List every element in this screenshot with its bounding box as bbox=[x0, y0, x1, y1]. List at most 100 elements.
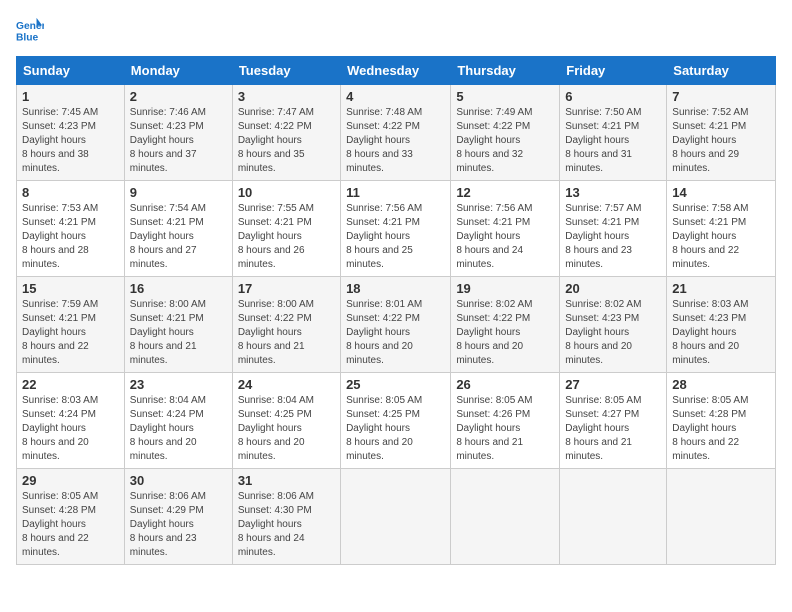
calendar-cell: 25 Sunrise: 8:05 AMSunset: 4:25 PMDayligh… bbox=[341, 373, 451, 469]
day-number: 3 bbox=[238, 89, 335, 104]
calendar-cell: 29Sunrise: 8:05 AMSunset: 4:28 PMDayligh… bbox=[17, 469, 125, 565]
cell-sun-info: Sunrise: 8:00 AMSunset: 4:21 PMDaylight … bbox=[130, 298, 227, 368]
cell-sun-info: Sunrise: 7:49 AMSunset: 4:22 PMDaylight … bbox=[456, 106, 554, 176]
calendar-cell: 26 Sunrise: 8:05 AMSunset: 4:26 PMDayligh… bbox=[451, 373, 560, 469]
calendar-cell: 31 Sunrise: 8:06 AMSunset: 4:30 PMDayligh… bbox=[232, 469, 340, 565]
calendar-cell bbox=[667, 469, 776, 565]
day-number: 27 bbox=[565, 377, 661, 392]
day-number: 5 bbox=[456, 89, 554, 104]
calendar-cell: 1 Sunrise: 7:45 AMSunset: 4:23 PMDaylight… bbox=[17, 85, 125, 181]
weekday-header-friday: Friday bbox=[560, 57, 667, 85]
cell-sun-info: Sunrise: 8:03 AMSunset: 4:23 PMDaylight … bbox=[672, 298, 770, 368]
day-number: 23 bbox=[130, 377, 227, 392]
weekday-header-wednesday: Wednesday bbox=[341, 57, 451, 85]
calendar-cell: 2Sunrise: 7:46 AMSunset: 4:23 PMDaylight… bbox=[124, 85, 232, 181]
calendar-cell: 22 Sunrise: 8:03 AMSunset: 4:24 PMDayligh… bbox=[17, 373, 125, 469]
calendar-cell: 13 Sunrise: 7:57 AMSunset: 4:21 PMDayligh… bbox=[560, 181, 667, 277]
calendar-cell: 18 Sunrise: 8:01 AMSunset: 4:22 PMDayligh… bbox=[341, 277, 451, 373]
day-number: 31 bbox=[238, 473, 335, 488]
calendar-cell: 19Sunrise: 8:02 AMSunset: 4:22 PMDayligh… bbox=[451, 277, 560, 373]
cell-sun-info: Sunrise: 7:59 AMSunset: 4:21 PMDaylight … bbox=[22, 298, 119, 368]
weekday-header-tuesday: Tuesday bbox=[232, 57, 340, 85]
calendar-cell: 6 Sunrise: 7:50 AMSunset: 4:21 PMDaylight… bbox=[560, 85, 667, 181]
calendar-cell: 9Sunrise: 7:54 AMSunset: 4:21 PMDaylight… bbox=[124, 181, 232, 277]
calendar-table: SundayMondayTuesdayWednesdayThursdayFrid… bbox=[16, 56, 776, 565]
logo: General Blue bbox=[16, 16, 48, 44]
day-number: 18 bbox=[346, 281, 445, 296]
calendar-cell: 16 Sunrise: 8:00 AMSunset: 4:21 PMDayligh… bbox=[124, 277, 232, 373]
weekday-header-thursday: Thursday bbox=[451, 57, 560, 85]
day-number: 12 bbox=[456, 185, 554, 200]
cell-sun-info: Sunrise: 7:50 AMSunset: 4:21 PMDaylight … bbox=[565, 106, 661, 176]
calendar-cell: 21Sunrise: 8:03 AMSunset: 4:23 PMDayligh… bbox=[667, 277, 776, 373]
calendar-week-1: 1 Sunrise: 7:45 AMSunset: 4:23 PMDaylight… bbox=[17, 85, 776, 181]
cell-sun-info: Sunrise: 8:05 AMSunset: 4:26 PMDaylight … bbox=[456, 394, 554, 464]
calendar-cell: 14 Sunrise: 7:58 AMSunset: 4:21 PMDayligh… bbox=[667, 181, 776, 277]
calendar-cell: 12 Sunrise: 7:56 AMSunset: 4:21 PMDayligh… bbox=[451, 181, 560, 277]
calendar-cell: 17 Sunrise: 8:00 AMSunset: 4:22 PMDayligh… bbox=[232, 277, 340, 373]
cell-sun-info: Sunrise: 7:52 AMSunset: 4:21 PMDaylight … bbox=[672, 106, 770, 176]
calendar-cell: 24 Sunrise: 8:04 AMSunset: 4:25 PMDayligh… bbox=[232, 373, 340, 469]
day-number: 6 bbox=[565, 89, 661, 104]
calendar-cell: 23Sunrise: 8:04 AMSunset: 4:24 PMDayligh… bbox=[124, 373, 232, 469]
calendar-cell: 10 Sunrise: 7:55 AMSunset: 4:21 PMDayligh… bbox=[232, 181, 340, 277]
cell-sun-info: Sunrise: 8:05 AMSunset: 4:28 PMDaylight … bbox=[672, 394, 770, 464]
cell-sun-info: Sunrise: 7:53 AMSunset: 4:21 PMDaylight … bbox=[22, 202, 119, 272]
cell-sun-info: Sunrise: 8:06 AMSunset: 4:29 PMDaylight … bbox=[130, 490, 227, 560]
calendar-cell bbox=[451, 469, 560, 565]
cell-sun-info: Sunrise: 7:57 AMSunset: 4:21 PMDaylight … bbox=[565, 202, 661, 272]
day-number: 25 bbox=[346, 377, 445, 392]
cell-sun-info: Sunrise: 8:05 AMSunset: 4:28 PMDaylight … bbox=[22, 490, 119, 560]
calendar-cell: 20Sunrise: 8:02 AMSunset: 4:23 PMDayligh… bbox=[560, 277, 667, 373]
cell-sun-info: Sunrise: 7:55 AMSunset: 4:21 PMDaylight … bbox=[238, 202, 335, 272]
cell-sun-info: Sunrise: 7:56 AMSunset: 4:21 PMDaylight … bbox=[456, 202, 554, 272]
calendar-cell: 5 Sunrise: 7:49 AMSunset: 4:22 PMDaylight… bbox=[451, 85, 560, 181]
calendar-cell: 7 Sunrise: 7:52 AMSunset: 4:21 PMDaylight… bbox=[667, 85, 776, 181]
cell-sun-info: Sunrise: 8:00 AMSunset: 4:22 PMDaylight … bbox=[238, 298, 335, 368]
cell-sun-info: Sunrise: 7:48 AMSunset: 4:22 PMDaylight … bbox=[346, 106, 445, 176]
day-number: 2 bbox=[130, 89, 227, 104]
cell-sun-info: Sunrise: 8:02 AMSunset: 4:23 PMDaylight … bbox=[565, 298, 661, 368]
calendar-cell bbox=[341, 469, 451, 565]
cell-sun-info: Sunrise: 8:06 AMSunset: 4:30 PMDaylight … bbox=[238, 490, 335, 560]
day-number: 26 bbox=[456, 377, 554, 392]
calendar-cell: 4 Sunrise: 7:48 AMSunset: 4:22 PMDaylight… bbox=[341, 85, 451, 181]
weekday-header-monday: Monday bbox=[124, 57, 232, 85]
cell-sun-info: Sunrise: 7:45 AMSunset: 4:23 PMDaylight … bbox=[22, 106, 119, 176]
cell-sun-info: Sunrise: 8:02 AMSunset: 4:22 PMDaylight … bbox=[456, 298, 554, 368]
weekday-header-saturday: Saturday bbox=[667, 57, 776, 85]
day-number: 17 bbox=[238, 281, 335, 296]
weekday-header-sunday: Sunday bbox=[17, 57, 125, 85]
calendar-week-4: 22 Sunrise: 8:03 AMSunset: 4:24 PMDayligh… bbox=[17, 373, 776, 469]
cell-sun-info: Sunrise: 8:05 AMSunset: 4:25 PMDaylight … bbox=[346, 394, 445, 464]
cell-sun-info: Sunrise: 8:04 AMSunset: 4:25 PMDaylight … bbox=[238, 394, 335, 464]
day-number: 28 bbox=[672, 377, 770, 392]
day-number: 30 bbox=[130, 473, 227, 488]
day-number: 11 bbox=[346, 185, 445, 200]
cell-sun-info: Sunrise: 8:05 AMSunset: 4:27 PMDaylight … bbox=[565, 394, 661, 464]
day-number: 1 bbox=[22, 89, 119, 104]
cell-sun-info: Sunrise: 7:56 AMSunset: 4:21 PMDaylight … bbox=[346, 202, 445, 272]
day-number: 10 bbox=[238, 185, 335, 200]
cell-sun-info: Sunrise: 7:54 AMSunset: 4:21 PMDaylight … bbox=[130, 202, 227, 272]
day-number: 22 bbox=[22, 377, 119, 392]
logo-icon: General Blue bbox=[16, 16, 44, 44]
cell-sun-info: Sunrise: 7:58 AMSunset: 4:21 PMDaylight … bbox=[672, 202, 770, 272]
calendar-cell: 11 Sunrise: 7:56 AMSunset: 4:21 PMDayligh… bbox=[341, 181, 451, 277]
day-number: 16 bbox=[130, 281, 227, 296]
day-number: 24 bbox=[238, 377, 335, 392]
day-number: 14 bbox=[672, 185, 770, 200]
day-number: 15 bbox=[22, 281, 119, 296]
cell-sun-info: Sunrise: 8:01 AMSunset: 4:22 PMDaylight … bbox=[346, 298, 445, 368]
calendar-cell: 28 Sunrise: 8:05 AMSunset: 4:28 PMDayligh… bbox=[667, 373, 776, 469]
calendar-cell: 27 Sunrise: 8:05 AMSunset: 4:27 PMDayligh… bbox=[560, 373, 667, 469]
day-number: 4 bbox=[346, 89, 445, 104]
calendar-week-5: 29Sunrise: 8:05 AMSunset: 4:28 PMDayligh… bbox=[17, 469, 776, 565]
day-number: 13 bbox=[565, 185, 661, 200]
cell-sun-info: Sunrise: 8:03 AMSunset: 4:24 PMDaylight … bbox=[22, 394, 119, 464]
day-number: 7 bbox=[672, 89, 770, 104]
day-number: 8 bbox=[22, 185, 119, 200]
calendar-cell: 8 Sunrise: 7:53 AMSunset: 4:21 PMDaylight… bbox=[17, 181, 125, 277]
page-header: General Blue bbox=[16, 16, 776, 44]
calendar-week-3: 15 Sunrise: 7:59 AMSunset: 4:21 PMDayligh… bbox=[17, 277, 776, 373]
